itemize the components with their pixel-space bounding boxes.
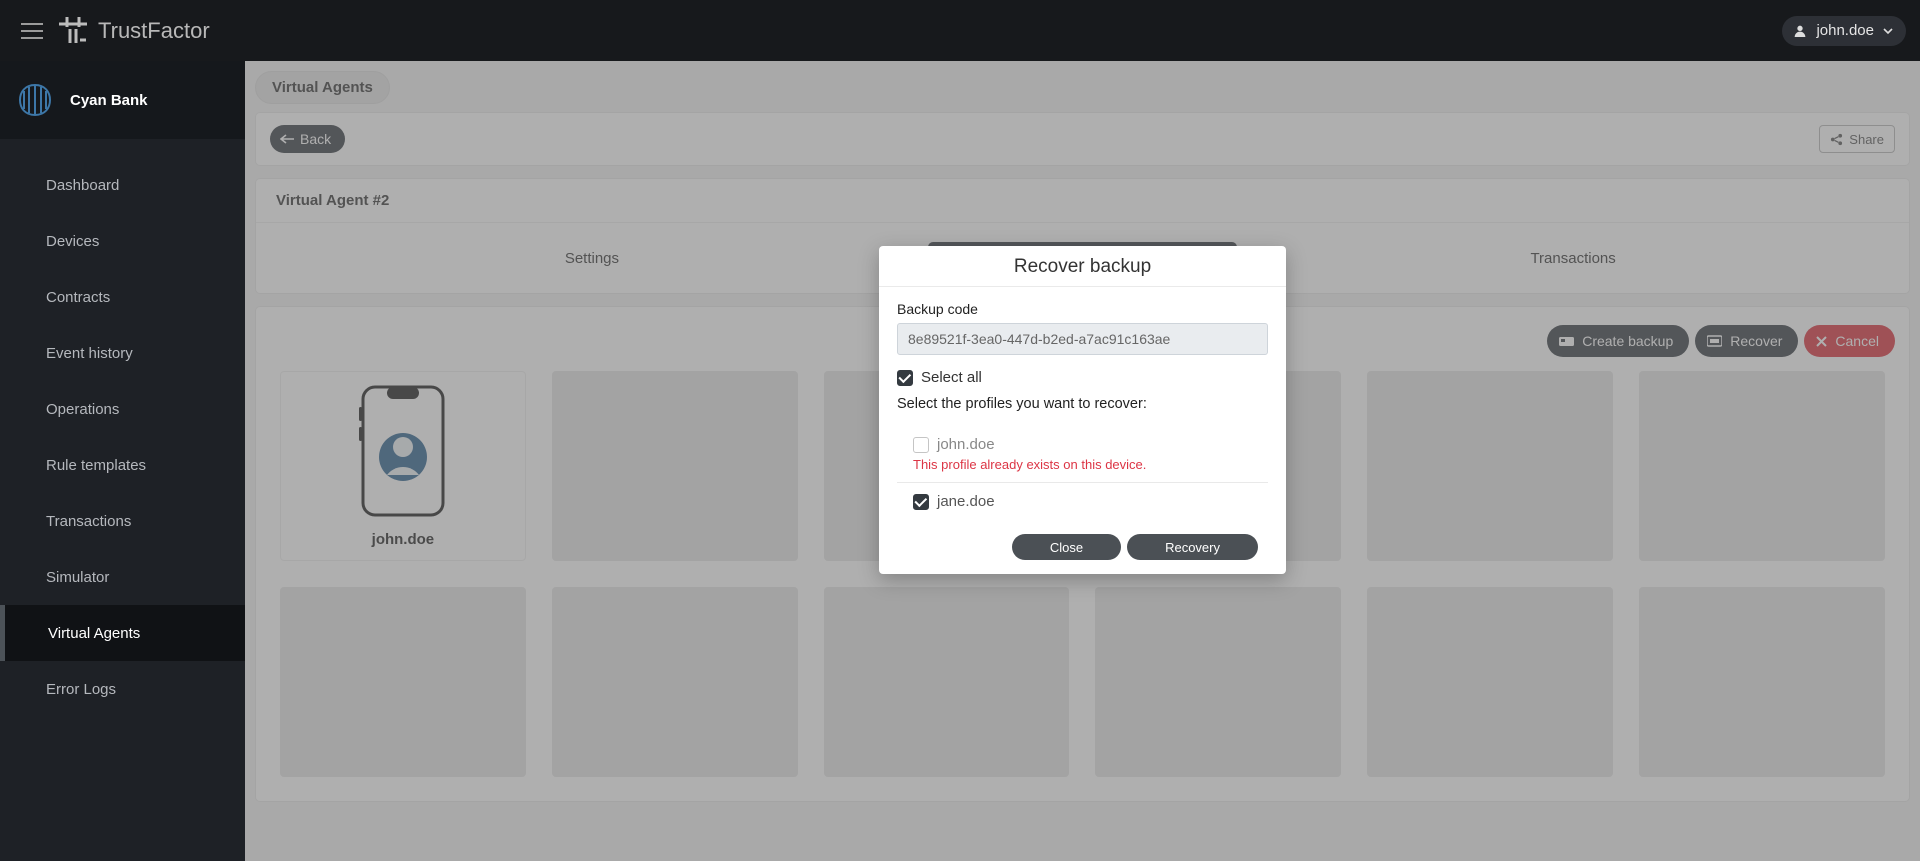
chevron-down-icon [1882,25,1894,37]
sidebar-item-virtual-agents[interactable]: Virtual Agents [0,605,245,661]
sidebar-item-simulator[interactable]: Simulator [0,549,245,605]
logo-icon [56,14,90,48]
sidebar-item-label: Error Logs [46,681,116,698]
sidebar-item-label: Rule templates [46,457,146,474]
select-all-label: Select all [921,369,982,386]
profile-name-label: jane.doe [937,493,995,510]
recover-backup-modal: Recover backup Backup code Select all Se… [879,246,1286,574]
app-header: TrustFactor john.doe [0,0,1920,61]
sidebar-item-label: Virtual Agents [48,625,140,642]
modal-recovery-button[interactable]: Recovery [1127,534,1258,560]
button-label: Close [1050,540,1083,555]
sidebar-item-label: Simulator [46,569,109,586]
sidebar-item-transactions[interactable]: Transactions [0,493,245,549]
profile-name-label: john.doe [937,436,995,453]
profile-checkbox-johndoe[interactable] [913,437,929,453]
tenant-name: Cyan Bank [70,92,148,109]
sidebar-item-operations[interactable]: Operations [0,381,245,437]
sidebar-item-rule-templates[interactable]: Rule templates [0,437,245,493]
person-icon [1792,23,1808,39]
sidebar: Cyan Bank Dashboard Devices Contracts Ev… [0,61,245,861]
profile-error-note: This profile already exists on this devi… [897,453,1268,483]
sidebar-item-label: Devices [46,233,99,250]
sidebar-item-devices[interactable]: Devices [0,213,245,269]
modal-close-button[interactable]: Close [1012,534,1121,560]
sidebar-item-error-logs[interactable]: Error Logs [0,661,245,717]
hamburger-menu-button[interactable] [14,13,50,49]
button-label: Recovery [1165,540,1220,555]
sidebar-item-label: Contracts [46,289,110,306]
backup-code-input[interactable] [897,323,1268,355]
sidebar-item-event-history[interactable]: Event history [0,325,245,381]
menu-icon [21,23,43,39]
sidebar-item-contracts[interactable]: Contracts [0,269,245,325]
tenant-header[interactable]: Cyan Bank [0,61,245,139]
brand-logo: TrustFactor [56,14,210,48]
modal-title: Recover backup [879,246,1286,287]
select-all-checkbox[interactable] [897,370,913,386]
sidebar-item-label: Operations [46,401,119,418]
profile-checkbox-janedoe[interactable] [913,494,929,510]
tenant-logo-icon [14,79,56,121]
user-name: john.doe [1816,22,1874,39]
main-content: Virtual Agents Back Share Virtual Agent … [245,61,1920,861]
backup-code-label: Backup code [897,301,1268,317]
sidebar-item-label: Transactions [46,513,131,530]
brand-name: TrustFactor [98,18,210,44]
modal-instruction: Select the profiles you want to recover: [897,396,1268,412]
sidebar-item-dashboard[interactable]: Dashboard [0,157,245,213]
sidebar-item-label: Dashboard [46,177,119,194]
sidebar-item-label: Event history [46,345,133,362]
user-menu[interactable]: john.doe [1782,16,1906,46]
modal-overlay[interactable]: Recover backup Backup code Select all Se… [245,61,1920,861]
